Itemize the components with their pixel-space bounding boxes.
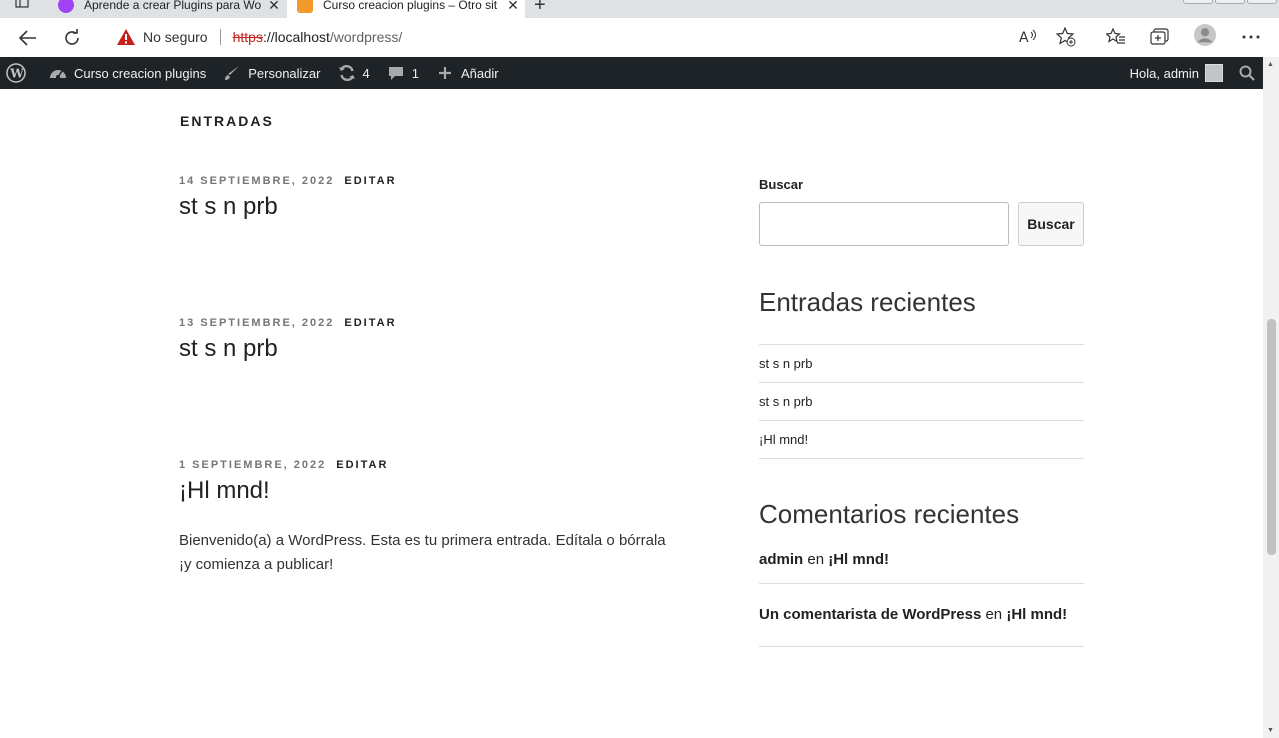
security-label[interactable]: No seguro <box>143 29 208 45</box>
customize-label: Personalizar <box>248 65 321 81</box>
updates-icon <box>337 63 357 83</box>
wordpress-logo-icon: W <box>6 63 26 83</box>
search-button[interactable]: Buscar <box>1018 202 1084 246</box>
browser-toolbar: No seguro https://localhost/wordpress/ A <box>0 18 1279 56</box>
post-date-link[interactable]: 1 SEPTIEMBRE, 2022 <box>179 459 326 471</box>
browser-tab-1[interactable]: Aprende a crear Plugins para Wo ✕ <box>48 0 286 18</box>
post-title-link[interactable]: ¡Hl mnd! <box>179 477 679 505</box>
paintbrush-icon <box>222 63 242 83</box>
xampp-favicon-icon <box>297 0 313 13</box>
post-title-link[interactable]: st s n prb <box>179 193 679 221</box>
tab-actions-icon[interactable] <box>14 0 34 14</box>
my-account-link[interactable]: Hola, admin <box>1122 57 1231 89</box>
scroll-up-arrow-icon[interactable]: ▲ <box>1267 61 1274 68</box>
collections-icon[interactable] <box>1149 27 1171 47</box>
post-title-link[interactable]: st s n prb <box>179 335 679 363</box>
address-bar[interactable]: No seguro https://localhost/wordpress/ <box>100 22 1090 52</box>
reload-icon <box>65 29 79 45</box>
search-icon <box>1239 65 1255 81</box>
page-content: ENTRADAS 14 SEPTIEMBRE, 2022 EDITAR st s… <box>0 89 1263 738</box>
tab-title: Aprende a crear Plugins para Wo <box>84 0 262 12</box>
updates-count: 4 <box>362 65 370 81</box>
divider <box>219 29 221 45</box>
comment-post-link[interactable]: ¡Hl mnd! <box>1006 606 1067 623</box>
browser-tab-strip: Aprende a crear Plugins para Wo ✕ Curso … <box>0 0 1279 18</box>
site-name-label: Curso creacion plugins <box>74 65 207 81</box>
window-control[interactable] <box>1183 0 1213 4</box>
site-name-link[interactable]: Curso creacion plugins <box>34 57 214 89</box>
read-aloud-icon[interactable]: A <box>1018 27 1040 47</box>
recent-posts-list: st s n prb st s n prb ¡Hl mnd! <box>759 344 1084 459</box>
reload-button[interactable] <box>60 26 84 50</box>
window-control[interactable] <box>1247 0 1277 4</box>
close-icon[interactable]: ✕ <box>262 0 286 14</box>
avatar <box>1205 64 1223 82</box>
edit-post-link[interactable]: EDITAR <box>344 175 396 187</box>
comment-connector: en <box>807 551 825 568</box>
recent-comment: Un comentarista de WordPress en ¡Hl mnd! <box>759 584 1084 647</box>
url-path: /wordpress/ <box>329 29 403 45</box>
edit-post-link[interactable]: EDITAR <box>344 317 396 329</box>
comment-post-link[interactable]: ¡Hl mnd! <box>828 551 889 568</box>
scroll-down-arrow-icon[interactable]: ▼ <box>1267 727 1274 734</box>
page-title: ENTRADAS <box>180 113 274 129</box>
comment-connector: en <box>985 606 1003 623</box>
svg-text:W: W <box>9 67 24 81</box>
wp-admin-bar: W Curso creacion plugins Personalizar 4 … <box>0 57 1263 89</box>
plus-icon <box>435 63 455 83</box>
admin-bar-secondary: Hola, admin <box>1122 57 1263 89</box>
customize-link[interactable]: Personalizar <box>214 57 328 89</box>
tab-title: Curso creacion plugins – Otro sit <box>323 0 498 12</box>
scrollbar-thumb[interactable] <box>1267 319 1276 555</box>
add-new-label: Añadir <box>460 65 499 81</box>
recent-post-link[interactable]: st s n prb <box>759 383 1084 421</box>
post-entry: 13 SEPTIEMBRE, 2022 EDITAR st s n prb <box>179 317 679 363</box>
updates-link[interactable]: 4 <box>329 57 378 89</box>
back-button[interactable] <box>16 26 40 50</box>
post-excerpt: Bienvenido(a) a WordPress. Esta es tu pr… <box>179 532 666 573</box>
greeting-label: Hola, admin <box>1129 65 1199 81</box>
add-new-link[interactable]: Añadir <box>427 57 507 89</box>
url-scheme: https <box>232 29 263 45</box>
dashboard-icon <box>48 63 68 83</box>
back-arrow-icon <box>19 30 36 46</box>
recent-comments-title: Comentarios recientes <box>759 499 1020 529</box>
comment-author-link[interactable]: admin <box>759 551 803 568</box>
post-meta: 13 SEPTIEMBRE, 2022 EDITAR <box>179 317 679 329</box>
post-entry: 1 SEPTIEMBRE, 2022 EDITAR ¡Hl mnd! Bienv… <box>179 459 679 577</box>
window-control[interactable] <box>1215 0 1245 4</box>
comment-bubble-icon <box>386 63 406 83</box>
recent-post-link[interactable]: st s n prb <box>759 345 1084 383</box>
profile-avatar[interactable] <box>1194 24 1216 46</box>
favorites-icon[interactable] <box>1105 27 1127 47</box>
post-date-link[interactable]: 13 SEPTIEMBRE, 2022 <box>179 317 334 329</box>
post-meta: 1 SEPTIEMBRE, 2022 EDITAR <box>179 459 679 471</box>
post-entry: 14 SEPTIEMBRE, 2022 EDITAR st s n prb <box>179 175 679 221</box>
add-favorite-icon[interactable] <box>1055 27 1077 47</box>
new-tab-button[interactable]: + <box>534 0 546 17</box>
warning-icon <box>117 29 135 45</box>
comments-count: 1 <box>411 65 419 81</box>
url-separator: :// <box>262 29 275 45</box>
page-scrollbar[interactable]: ▲ ▼ <box>1263 57 1279 738</box>
comments-link[interactable]: 1 <box>378 57 427 89</box>
comment-author-link[interactable]: Un comentarista de WordPress <box>759 606 981 623</box>
search-label: Buscar <box>759 177 804 192</box>
udemy-favicon-icon <box>58 0 74 13</box>
recent-posts-title: Entradas recientes <box>759 287 976 317</box>
recent-post-link[interactable]: ¡Hl mnd! <box>759 421 1084 459</box>
search-input[interactable] <box>759 202 1009 246</box>
wordpress-logo-button[interactable]: W <box>0 57 34 89</box>
admin-search-button[interactable] <box>1231 57 1263 89</box>
svg-text:A: A <box>1019 30 1029 45</box>
post-meta: 14 SEPTIEMBRE, 2022 EDITAR <box>179 175 679 187</box>
url-host: localhost <box>274 29 330 45</box>
more-options-icon[interactable] <box>1240 27 1262 47</box>
recent-comment: admin en ¡Hl mnd! <box>759 551 1084 584</box>
browser-tab-2[interactable]: Curso creacion plugins – Otro sit ✕ <box>287 0 525 18</box>
edit-post-link[interactable]: EDITAR <box>336 459 388 471</box>
close-icon[interactable]: ✕ <box>501 0 525 14</box>
recent-comments-list: admin en ¡Hl mnd! Un comentarista de Wor… <box>759 551 1084 647</box>
post-date-link[interactable]: 14 SEPTIEMBRE, 2022 <box>179 175 334 187</box>
